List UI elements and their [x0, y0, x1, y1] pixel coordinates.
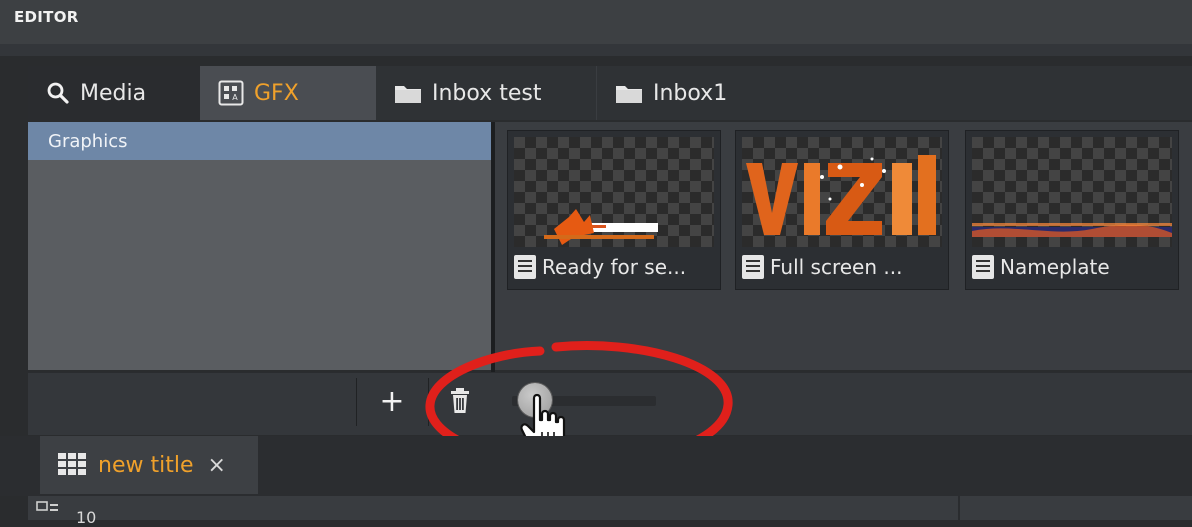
document-icon: [514, 255, 536, 279]
thumbnail-label: Nameplate: [972, 255, 1110, 279]
toolbar-separator: [356, 378, 357, 426]
svg-text:A: A: [232, 93, 238, 102]
thumbnail-card-full-screen[interactable]: Full screen ...: [735, 130, 949, 290]
tab-inbox-test[interactable]: Inbox test: [376, 66, 596, 120]
title-tab-label: new title: [98, 452, 194, 478]
search-icon: [46, 81, 70, 105]
tab-label: Media: [80, 80, 147, 106]
title-content-strip: [28, 496, 1192, 520]
tab-new-title[interactable]: new title ×: [40, 436, 258, 494]
thumbnail-card-ready[interactable]: Ready for se...: [507, 130, 721, 290]
document-icon: [742, 255, 764, 279]
editor-band: [0, 44, 1192, 56]
tab-label: Inbox1: [653, 80, 728, 106]
strip-divider: [958, 496, 960, 520]
tab-media[interactable]: Media: [28, 66, 200, 120]
folder-item-graphics[interactable]: Graphics: [28, 122, 491, 160]
thumbnail-card-nameplate[interactable]: Nameplate: [965, 130, 1179, 290]
editor-title: EDITOR: [14, 8, 79, 26]
thumbnail-image: [972, 137, 1172, 247]
list-icon: [36, 500, 60, 520]
thumbnail-label: Full screen ...: [742, 255, 902, 279]
close-icon[interactable]: ×: [207, 453, 225, 478]
editor-header: EDITOR: [0, 0, 1192, 44]
folder-icon: [394, 82, 422, 104]
tab-gfx[interactable]: A GFX: [200, 66, 376, 120]
tab-bar: Media A GFX Inbox test Inbox1: [28, 66, 1192, 120]
grid-icon: [58, 451, 88, 479]
folder-list: Graphics: [28, 122, 491, 370]
gfx-icon: A: [218, 80, 244, 106]
tab-label: GFX: [254, 80, 299, 106]
thumbnail-image: [742, 137, 942, 247]
thumbnail-image: [514, 137, 714, 247]
item-count: 10: [76, 508, 97, 527]
tab-inbox1[interactable]: Inbox1: [596, 66, 778, 120]
add-button[interactable]: +: [378, 384, 406, 420]
document-icon: [972, 255, 994, 279]
folder-icon: [615, 82, 643, 104]
tab-label: Inbox test: [432, 80, 542, 106]
thumbnail-label: Ready for se...: [514, 255, 686, 279]
folder-item-label: Graphics: [48, 130, 128, 152]
